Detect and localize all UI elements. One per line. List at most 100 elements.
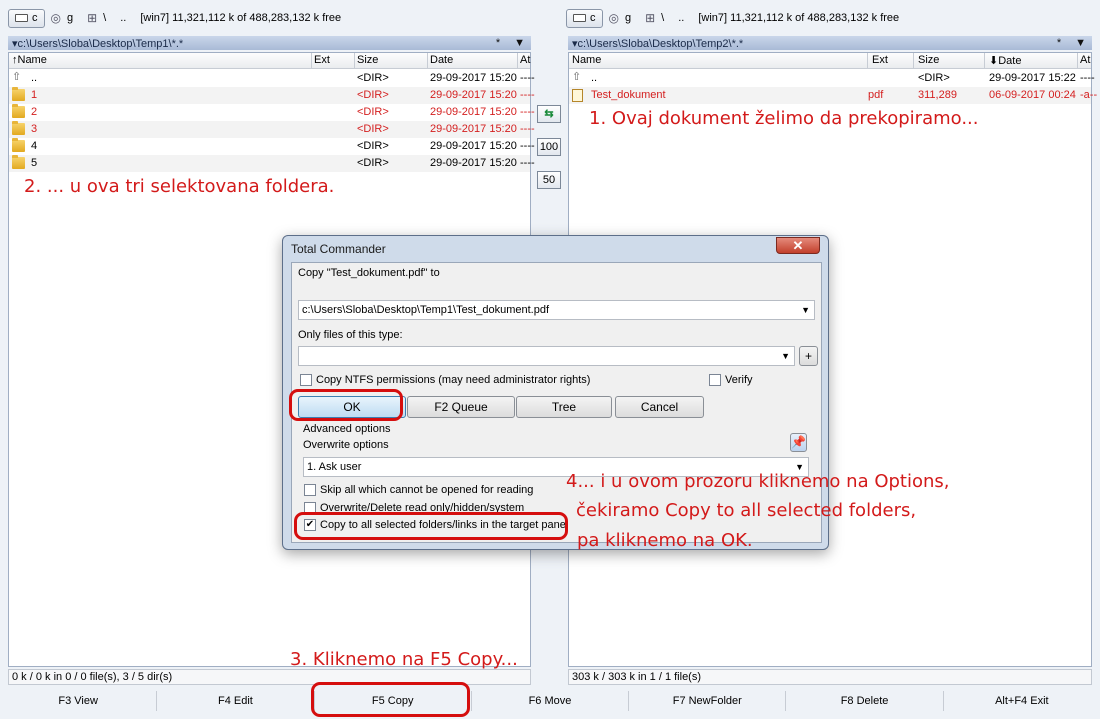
f4-edit-button[interactable]: F4 Edit	[157, 691, 315, 711]
filter-add-button[interactable]: +	[799, 346, 818, 366]
right-path-bar[interactable]: ▾c:\Users\Sloba\Desktop\Temp2\*.* * ▼	[568, 36, 1092, 50]
cell-name: 2	[31, 106, 38, 118]
right-drive-info: [win7] 11,321,112 k of 488,283,132 k fre…	[698, 12, 900, 24]
copy-all-highlight	[294, 512, 568, 540]
cell-attr: -a--	[1080, 89, 1098, 101]
right-status-bar: 303 k / 303 k in 1 / 1 file(s)	[568, 669, 1092, 685]
file-row[interactable]: Test_dokument pdf 311,289 06-09-2017 00:24-…	[569, 87, 1097, 104]
left-path-bar[interactable]: ▾c:\Users\Sloba\Desktop\Temp1\*.* * ▼	[8, 36, 531, 50]
col-date[interactable]: Date	[430, 54, 453, 66]
network-drive-icon[interactable]: ◎	[609, 11, 619, 25]
skip-checkbox[interactable]	[304, 484, 316, 496]
left-drive-button[interactable]: c	[8, 8, 45, 28]
right-history-button[interactable]: *	[1057, 37, 1061, 49]
skip-label: Skip all which cannot be opened for read…	[320, 484, 534, 496]
close-icon[interactable]: ✕	[776, 237, 820, 254]
left-hotlist-button[interactable]: ▼	[514, 37, 525, 49]
cell-date: 06-09-2017 00:24	[989, 89, 1076, 101]
file-row[interactable]: 2 <DIR> 29-09-2017 15:20 ----	[9, 104, 535, 121]
left-path: ▾c:\Users\Sloba\Desktop\Temp1\*.*	[12, 37, 184, 50]
file-row[interactable]: 4 <DIR> 29-09-2017 15:20 ----	[9, 138, 535, 155]
col-ext[interactable]: Ext	[872, 54, 888, 66]
col-size[interactable]: Size	[918, 54, 939, 66]
ok-highlight	[289, 389, 403, 421]
cell-date: 29-09-2017 15:20	[430, 72, 517, 84]
advanced-options-label[interactable]: Advanced options	[303, 423, 390, 435]
left-history-button[interactable]: *	[496, 37, 500, 49]
overwrite-value: 1. Ask user	[307, 461, 362, 473]
copy-target-label: Copy "Test_dokument.pdf" to	[298, 267, 440, 279]
col-name[interactable]: Name	[572, 54, 601, 66]
tree-button[interactable]: Tree	[516, 396, 612, 418]
network-icon[interactable]: ⊞	[87, 11, 97, 25]
right-drive-letter: c	[590, 12, 596, 24]
filter-label: Only files of this type:	[298, 329, 403, 341]
right-drive2-letter[interactable]: g	[625, 12, 631, 24]
left-up-button[interactable]: ..	[120, 12, 126, 24]
file-row[interactable]: 1 <DIR> 29-09-2017 15:20 ----	[9, 87, 535, 104]
up-icon: ⇧	[12, 71, 22, 83]
drive-icon	[573, 14, 586, 22]
chevron-down-icon[interactable]: ▼	[801, 301, 810, 319]
left-root-button[interactable]: \	[103, 12, 106, 24]
col-name[interactable]: ↑Name	[12, 54, 47, 66]
filter-input[interactable]: ▼	[298, 346, 795, 366]
target-path-value: c:\Users\Sloba\Desktop\Temp1\Test_dokume…	[302, 304, 550, 316]
verify-label: Verify	[725, 374, 753, 386]
network-icon[interactable]: ⊞	[645, 11, 655, 25]
cell-size: <DIR>	[357, 72, 389, 84]
col-attr[interactable]: At	[1080, 54, 1090, 66]
ratio-50-button[interactable]: 50	[537, 171, 561, 189]
cell-attr: ----	[520, 123, 535, 135]
right-hotlist-button[interactable]: ▼	[1075, 37, 1086, 49]
right-up-button[interactable]: ..	[678, 12, 684, 24]
verify-checkbox[interactable]	[709, 374, 721, 386]
right-drive-button[interactable]: c	[566, 8, 603, 28]
file-row[interactable]: 3 <DIR> 29-09-2017 15:20 ----	[9, 121, 535, 138]
ntfs-checkbox[interactable]	[300, 374, 312, 386]
target-path-input[interactable]: c:\Users\Sloba\Desktop\Temp1\Test_dokume…	[298, 300, 815, 320]
cell-attr: ----	[520, 106, 535, 118]
cell-attr: ----	[520, 72, 535, 84]
cell-name: Test_dokument	[591, 89, 666, 101]
cell-size: <DIR>	[357, 140, 389, 152]
cell-name: ..	[31, 72, 38, 84]
file-row[interactable]: 5 <DIR> 29-09-2017 15:20 ----	[9, 155, 535, 172]
cell-name: ..	[591, 72, 598, 84]
col-ext[interactable]: Ext	[314, 54, 330, 66]
right-root-button[interactable]: \	[661, 12, 664, 24]
f3-view-button[interactable]: F3 View	[0, 691, 158, 711]
cell-size: 311,289	[918, 89, 957, 101]
col-size[interactable]: Size	[357, 54, 378, 66]
file-row[interactable]: ⇧.. <DIR> 29-09-2017 15:20 ----	[9, 70, 535, 87]
exit-button[interactable]: Alt+F4 Exit	[944, 691, 1100, 711]
cell-date: 29-09-2017 15:22	[989, 72, 1076, 84]
ratio-100-button[interactable]: 100	[537, 138, 561, 156]
f8-delete-button[interactable]: F8 Delete	[786, 691, 944, 711]
col-attr[interactable]: At	[520, 54, 530, 66]
folder-icon	[12, 121, 25, 135]
folder-icon	[12, 87, 25, 101]
cell-name: 4	[31, 140, 38, 152]
cell-date: 29-09-2017 15:20	[430, 157, 517, 169]
f6-move-button[interactable]: F6 Move	[472, 691, 630, 711]
chevron-down-icon[interactable]: ▼	[781, 347, 790, 365]
file-row[interactable]: ⇧.. <DIR> 29-09-2017 15:22 ----	[569, 70, 1095, 87]
network-drive-icon[interactable]: ◎	[51, 11, 61, 25]
f5-highlight	[311, 682, 470, 717]
cancel-button[interactable]: Cancel	[615, 396, 704, 418]
col-date[interactable]: ⬇Date	[989, 54, 1021, 67]
swap-panels-icon[interactable]: ⇆	[537, 105, 561, 123]
cell-attr: ----	[520, 140, 535, 152]
cell-name: 3	[31, 123, 38, 135]
f7-newfolder-button[interactable]: F7 NewFolder	[629, 691, 787, 711]
cell-attr: ----	[1080, 72, 1095, 84]
left-drive2-letter[interactable]: g	[67, 12, 73, 24]
pin-icon[interactable]: 📌	[790, 433, 807, 452]
right-column-header: Name Ext Size ⬇Date At	[569, 53, 1091, 69]
left-drive-bar: c ◎ g ⊞ \ .. [win7] 11,321,112 k of 488,2…	[8, 5, 341, 31]
right-path: ▾c:\Users\Sloba\Desktop\Temp2\*.*	[572, 37, 744, 50]
queue-button[interactable]: F2 Queue	[407, 396, 515, 418]
left-column-header: ↑Name Ext Size Date At	[9, 53, 530, 69]
cell-size: <DIR>	[357, 123, 389, 135]
